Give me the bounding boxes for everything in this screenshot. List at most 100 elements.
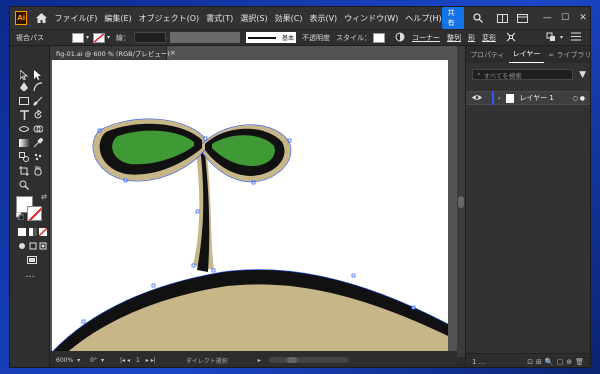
document-area: fig-01.ai @ 600 % (RGB/プレビュー) ×: [50, 46, 457, 357]
menu-type[interactable]: 書式(T): [206, 13, 233, 24]
menu-object[interactable]: オブジェクト(O): [139, 13, 200, 24]
draw-inside-icon[interactable]: [37, 240, 49, 252]
current-tool-status: ダイレクト選択: [185, 357, 228, 365]
layer-row[interactable]: › レイヤー 1 ○ ●: [466, 91, 590, 105]
width-tool-icon[interactable]: [18, 123, 30, 135]
home-icon[interactable]: [36, 11, 48, 25]
panel-menu-icon[interactable]: [571, 32, 582, 43]
none-mode-icon[interactable]: [37, 226, 49, 238]
zoom-tool-icon[interactable]: [18, 179, 30, 191]
rotate-tool-icon[interactable]: [32, 109, 44, 121]
arrange-dropdown-icon[interactable]: ▾: [560, 34, 563, 41]
next-artboard-icon[interactable]: ▸ ▸|: [146, 357, 156, 364]
stroke-swatch[interactable]: [93, 32, 106, 43]
layer-name[interactable]: レイヤー 1: [519, 93, 553, 103]
menu-select[interactable]: 選択(S): [240, 13, 267, 24]
align-link[interactable]: 整列: [447, 33, 461, 43]
horizontal-scroll-thumb[interactable]: [286, 357, 297, 363]
fill-dropdown-icon[interactable]: ▾: [86, 34, 89, 41]
hand-tool-icon[interactable]: [32, 165, 44, 177]
vertical-scrollbar[interactable]: [457, 46, 465, 357]
layers-search-placeholder: すべてを検索: [483, 71, 522, 80]
document-tab-title: fig-01.ai @ 600 % (RGB/プレビュー): [56, 50, 170, 58]
zoom-dropdown-icon[interactable]: ▾: [77, 357, 80, 364]
tab-layers[interactable]: レイヤー: [508, 49, 545, 63]
recolor-icon[interactable]: [395, 32, 405, 44]
workspace-icon[interactable]: [517, 12, 529, 24]
rotation-dropdown-icon[interactable]: ▾: [101, 357, 104, 364]
tab-libraries[interactable]: ∞ ライブラリ: [544, 50, 590, 63]
menu-edit[interactable]: 編集(E): [104, 13, 131, 24]
edit-toolbar-icon[interactable]: ···: [24, 271, 36, 283]
menu-file[interactable]: ファイル(F): [54, 13, 97, 24]
status-bar: 600% ▾ 0° ▾ |◂ ◂ 1 ▸ ▸| ダイレクト選択 ▸: [50, 351, 457, 367]
minimize-button[interactable]: —: [538, 7, 556, 29]
default-colors-icon[interactable]: [14, 210, 26, 222]
curvature-tool-icon[interactable]: [32, 81, 44, 93]
layer-actions-icons[interactable]: ⊡⊞🔍▢⊕🗑: [527, 358, 587, 366]
swap-fill-stroke-icon[interactable]: ⇄: [38, 191, 50, 203]
tools-panel: ⇄ ···: [10, 46, 50, 367]
blend-tool-icon[interactable]: [18, 151, 30, 163]
opacity-label[interactable]: 不透明度: [302, 33, 330, 43]
zoom-level[interactable]: 600%: [56, 357, 73, 364]
first-artboard-icon[interactable]: |◂ ◂: [120, 357, 130, 364]
corner-link[interactable]: コーナー: [412, 33, 440, 43]
gradient-tool-icon[interactable]: [18, 137, 30, 149]
menu-window[interactable]: ウィンドウ(W): [344, 13, 398, 24]
artboard-number[interactable]: 1: [136, 357, 140, 364]
variable-width-profile[interactable]: [170, 32, 241, 43]
tab-properties[interactable]: プロパティ: [466, 50, 509, 63]
menu-effect[interactable]: 効果(C): [275, 13, 303, 24]
selection-tool-icon[interactable]: [18, 69, 30, 81]
close-window-button[interactable]: ✕: [574, 7, 590, 29]
sprout-artwork[interactable]: [52, 60, 448, 357]
layer-color-bar: [492, 91, 494, 105]
pathfinder-link[interactable]: 形: [468, 33, 475, 43]
layers-panel: プロパティ レイヤー ∞ ライブラリ ≡ ⌕ すべてを検索 ▼ › レイヤー 1…: [465, 46, 590, 367]
scroll-thumb[interactable]: [458, 196, 464, 208]
graphic-style-swatch[interactable]: [373, 32, 386, 43]
direct-selection-icon[interactable]: [32, 69, 44, 81]
eye-icon[interactable]: [472, 94, 482, 103]
share-button[interactable]: 共有: [441, 7, 465, 30]
horizontal-scrollbar[interactable]: [268, 357, 349, 363]
isolate-icon[interactable]: [506, 32, 516, 44]
pen-tool-icon[interactable]: [18, 81, 30, 93]
stroke-weight-field[interactable]: [134, 32, 167, 43]
screen-mode-icon[interactable]: [26, 254, 38, 266]
arrange-documents-icon[interactable]: [497, 12, 509, 24]
filter-icon[interactable]: ▼: [579, 70, 586, 80]
shape-builder-icon[interactable]: [32, 123, 44, 135]
layer-count: 1 ...: [472, 357, 486, 366]
type-tool-icon[interactable]: [18, 109, 30, 121]
status-arrow-icon[interactable]: ▸: [258, 357, 261, 364]
menu-bar: Ai ファイル(F) 編集(E) オブジェクト(O) 書式(T) 選択(S) 効…: [10, 7, 590, 30]
transform-link[interactable]: 変形: [482, 33, 496, 43]
close-tab-icon[interactable]: ×: [170, 49, 176, 57]
stroke-color-box[interactable]: [27, 206, 42, 221]
brush-profile-label: 基本: [282, 35, 295, 42]
fill-swatch[interactable]: [72, 32, 84, 43]
search-icon[interactable]: [473, 12, 484, 24]
menu-help[interactable]: ヘルプ(H): [405, 13, 441, 24]
layers-search-input[interactable]: ⌕ すべてを検索: [472, 69, 574, 80]
maximize-button[interactable]: ☐: [556, 7, 574, 29]
arrange-icon[interactable]: [546, 32, 556, 44]
brush-definition[interactable]: 基本: [246, 32, 297, 43]
document-tab[interactable]: fig-01.ai @ 600 % (RGB/プレビュー) ×: [50, 46, 176, 60]
selection-mode-label: 複合パス: [16, 33, 44, 42]
layers-panel-footer: 1 ... ⊡⊞🔍▢⊕🗑: [466, 353, 590, 367]
app-logo: Ai: [15, 11, 28, 25]
expand-layer-icon[interactable]: ›: [498, 95, 500, 102]
paintbrush-tool-icon[interactable]: [32, 95, 44, 107]
stroke-dropdown-icon[interactable]: ▾: [107, 34, 110, 41]
menu-view[interactable]: 表示(V): [309, 13, 337, 24]
eyedropper-tool-icon[interactable]: [32, 137, 44, 149]
symbol-sprayer-icon[interactable]: [32, 151, 44, 163]
artboard-canvas[interactable]: [52, 60, 448, 357]
layer-target-icon[interactable]: ○ ●: [573, 95, 585, 102]
rectangle-tool-icon[interactable]: [18, 95, 30, 107]
rotation-value[interactable]: 0°: [90, 357, 97, 364]
artboard-tool-icon[interactable]: [18, 165, 30, 177]
